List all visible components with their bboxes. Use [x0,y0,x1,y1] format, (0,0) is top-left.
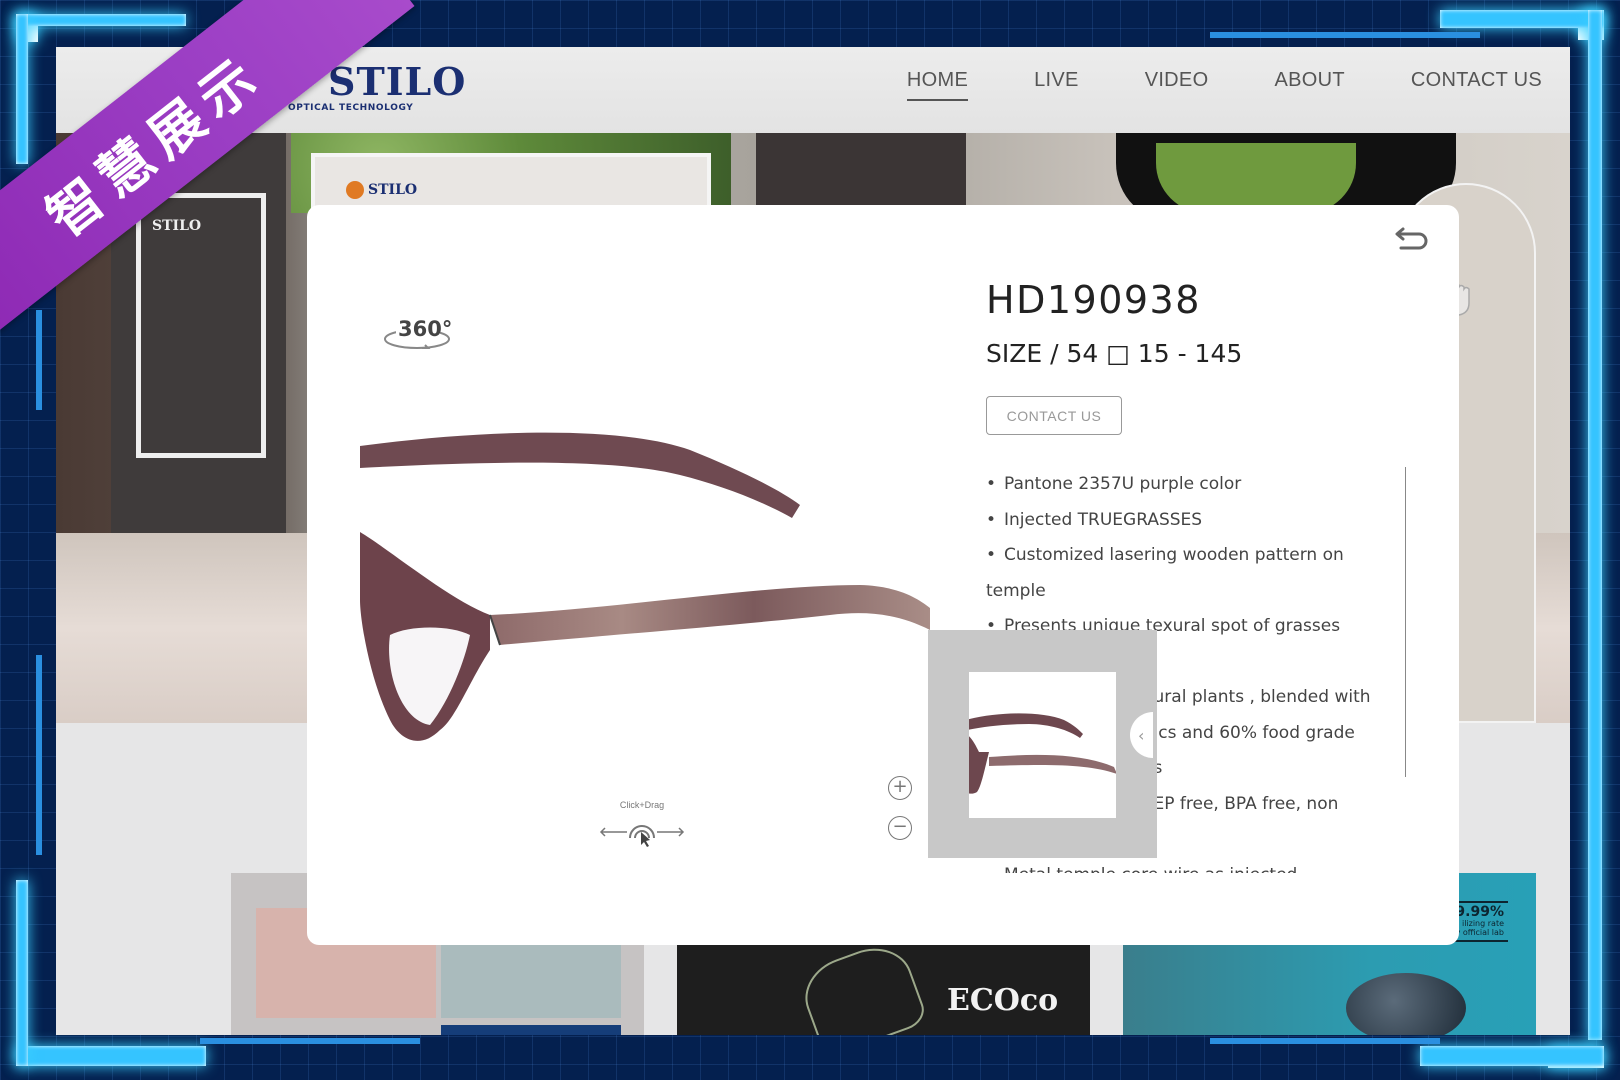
feature-text: Injected TRUEGRASSES [1004,509,1203,530]
feature-item: temple [986,574,1396,610]
frame-accent-left-1 [36,310,42,410]
frame-edge-bottom-left [16,1046,206,1066]
stilo-emblem-icon [346,181,364,199]
zoom-in-button[interactable]: + [888,776,912,800]
main-nav: HOME LIVE VIDEO ABOUT CONTACT US [841,69,1542,101]
product-360-viewer[interactable] [360,420,930,765]
stat-value: 9.99% [1455,904,1504,920]
frame-edge-top-right [1440,10,1604,28]
zoom-out-button[interactable]: − [888,816,912,840]
feature-item: • Customized lasering wooden pattern on [986,538,1396,574]
frame-edge-left-bottom [16,880,28,1066]
frame-accent-bottom-right [1210,1038,1440,1044]
nav-contact-us[interactable]: CONTACT US [1411,69,1542,101]
thumbnail-panel [928,630,1157,858]
product-model-number: HD190938 [986,278,1201,322]
frame-edge-left-top [16,14,28,164]
poster-logo-text: STILO [368,182,418,198]
logo-wordmark: STILO [328,59,467,104]
product-size: SIZE / 54 □ 15 - 145 [986,339,1243,368]
features-scrollbar[interactable] [1405,467,1406,777]
bullet: • [986,545,997,565]
bullet: • [986,509,997,530]
frame-accent-top [1210,32,1480,38]
nav-video[interactable]: VIDEO [1145,69,1209,101]
frame-edge-top-left [16,14,186,26]
wall-sign: STILO [152,218,202,234]
nav-live[interactable]: LIVE [1034,69,1079,101]
nav-home[interactable]: HOME [906,69,969,101]
feature-item: • Injected TRUEGRASSES [986,503,1396,539]
chevron-left-icon: ‹ [1138,725,1145,745]
giant-glasses-lens [1156,143,1356,213]
contact-us-button[interactable]: CONTACT US [986,396,1122,435]
tile-glasses-outline [794,936,930,1035]
nav-about[interactable]: ABOUT [1274,69,1344,101]
product-detail-modal: 360° Click+Drag + − HD190938 SIZE / 54 □… [307,205,1459,945]
rotate-360-icon: 360° [382,315,454,355]
click-drag-hint: Click+Drag [597,800,687,850]
feature-text: Pantone 2357U purple color [1004,474,1242,494]
frame-edge-right [1588,10,1602,1040]
feature-text: temple [986,580,1046,601]
bullet: • [986,474,997,494]
tile-sunglasses-image [1346,973,1466,1035]
frame-edge-bottom-right [1420,1046,1604,1066]
logo-subtitle: OPTICAL TECHNOLOGY [288,103,414,113]
badge-360-label: 360° [398,317,453,341]
tile-image-blue [441,1025,621,1035]
frame-accent-bottom-left [200,1038,420,1044]
poster-logo: STILO [346,181,417,199]
feature-text: Metal temple core wire as injected [1004,865,1297,874]
ecoco-brand: ECOco [947,983,1059,1018]
drag-hint-label: Click+Drag [619,800,665,810]
glasses-thumbnail [969,713,1116,794]
feature-item: • Pantone 2357U purple color [986,467,1396,503]
thumbnail-image[interactable] [969,672,1116,818]
feature-item: Metal temple core wire as injected [986,858,1396,874]
feature-text: Customized lasering wooden pattern on [1004,545,1344,565]
frame-accent-left-2 [36,655,42,855]
glasses-product-image [360,432,930,741]
drag-rotate-icon [599,825,685,847]
